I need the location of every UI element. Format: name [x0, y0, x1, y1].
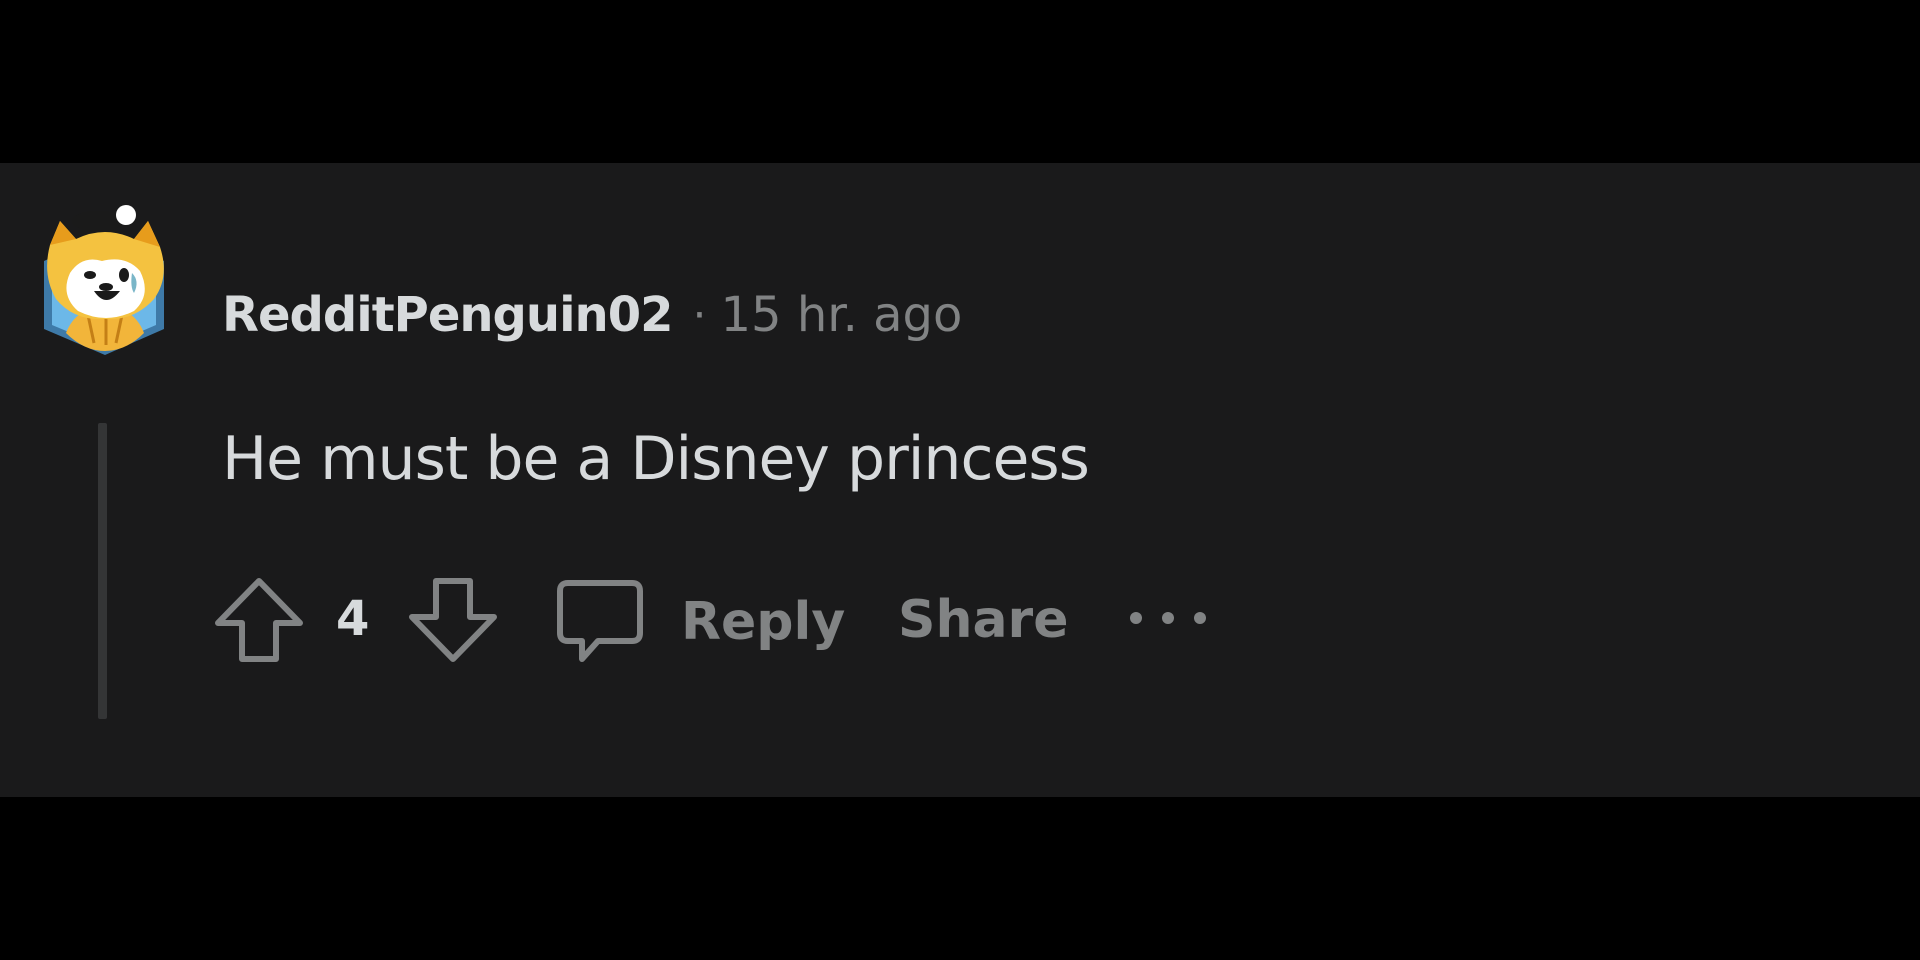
upvote-button[interactable]: [212, 573, 306, 671]
comment-header: RedditPenguin02 · 15 hr. ago: [222, 285, 962, 345]
arrow-up-icon: [215, 578, 303, 662]
user-avatar[interactable]: [36, 203, 174, 355]
speech-bubble-icon: [557, 580, 643, 662]
reply-icon-button[interactable]: [552, 573, 648, 673]
share-button[interactable]: Share: [898, 587, 1068, 653]
arrow-down-icon: [409, 578, 497, 662]
screen: RedditPenguin02 · 15 hr. ago He must be …: [0, 0, 1920, 960]
shiba-inu-avatar-icon: [44, 205, 164, 355]
username-link[interactable]: RedditPenguin02: [222, 287, 673, 343]
vote-count: 4: [336, 591, 370, 647]
comment-timestamp[interactable]: 15 hr. ago: [721, 287, 963, 343]
thread-collapse-line[interactable]: [98, 423, 107, 719]
header-separator: ·: [692, 289, 707, 341]
more-options-button[interactable]: [1126, 603, 1210, 637]
reply-button[interactable]: Reply: [681, 589, 845, 655]
comment-card: RedditPenguin02 · 15 hr. ago He must be …: [0, 163, 1920, 797]
ellipsis-icon: [1130, 612, 1206, 624]
downvote-button[interactable]: [406, 573, 500, 671]
comment-body: He must be a Disney princess: [222, 424, 1090, 494]
